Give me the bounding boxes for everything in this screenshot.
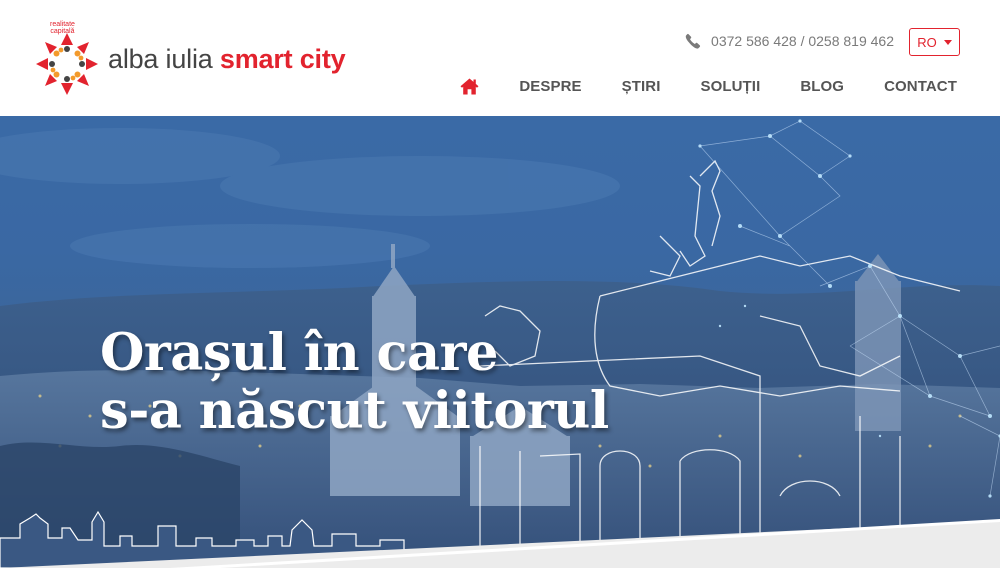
main-nav: DESPRE ȘTIRI SOLUȚII BLOG CONTACT	[460, 78, 957, 95]
phone-icon	[685, 33, 701, 49]
language-selected: RO	[917, 34, 937, 50]
chevron-down-icon	[943, 39, 952, 45]
nav-home[interactable]	[460, 78, 479, 95]
nav-item-solutii[interactable]: SOLUȚII	[700, 78, 760, 95]
site-logo[interactable]: realitate capitală alba iulia smart city	[34, 18, 384, 100]
phone-numbers[interactable]: 0372 586 428 / 0258 819 462	[711, 33, 894, 49]
site-header: realitate capitală alba iulia smart city…	[0, 0, 1000, 116]
logo-name-accent: smart city	[219, 43, 346, 74]
logo-emblem-icon: realitate capitală	[34, 21, 100, 95]
hero-title: Orașul în care s-a născut viitorul	[100, 324, 609, 440]
nav-item-blog[interactable]: BLOG	[800, 78, 844, 95]
header-phone: 0372 586 428 / 0258 819 462	[685, 33, 894, 49]
nav-item-contact[interactable]: CONTACT	[884, 78, 957, 95]
nav-item-stiri[interactable]: ȘTIRI	[622, 78, 661, 95]
logo-wordmark: alba iulia smart city	[108, 43, 346, 75]
language-select[interactable]: RO	[909, 28, 960, 56]
logo-tagline-line1: realitate	[50, 21, 75, 28]
hero-title-line1: Orașul în care	[100, 323, 498, 383]
logo-name-plain: alba iulia	[108, 43, 220, 74]
hero-title-line2: s-a născut viitorul	[100, 381, 609, 441]
home-icon	[460, 78, 479, 95]
nav-item-despre[interactable]: DESPRE	[519, 78, 581, 95]
hero-banner: Orașul în care s-a născut viitorul	[0, 116, 1000, 568]
